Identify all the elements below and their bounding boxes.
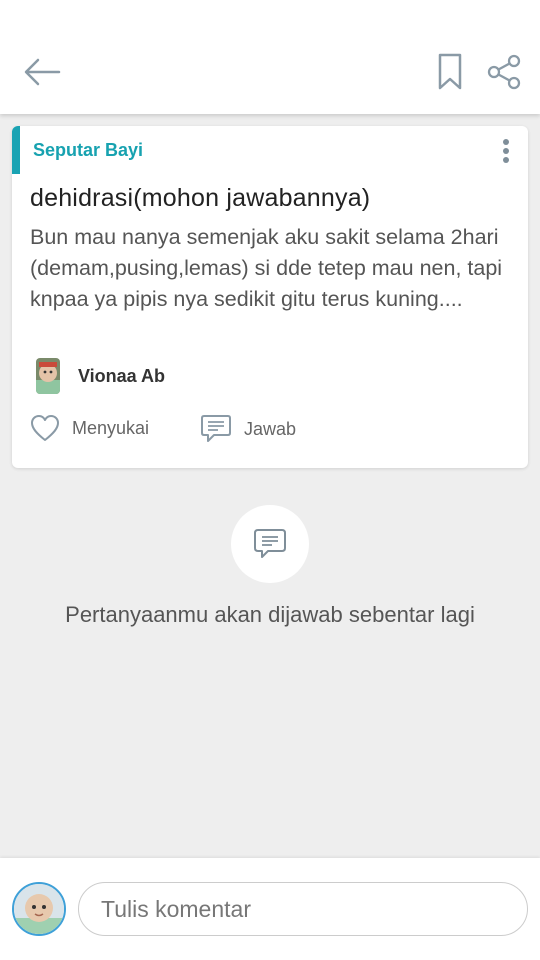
bookmark-button[interactable] (430, 50, 470, 94)
author-avatar[interactable] (36, 358, 60, 394)
top-bar (0, 0, 540, 114)
post-body: Bun mau nanya semenjak aku sakit selama … (30, 225, 503, 311)
comment-bar (0, 858, 540, 960)
like-label: Menyukai (72, 417, 150, 438)
share-icon (487, 54, 521, 90)
empty-state-icon-circle (231, 505, 309, 583)
baby-avatar-icon (36, 358, 60, 394)
empty-state-message: Pertanyaanmu akan dijawab sebentar lagi (65, 602, 475, 627)
comment-input[interactable] (78, 882, 528, 936)
heart-icon (31, 415, 59, 441)
like-button[interactable]: Menyukai (30, 414, 149, 442)
comment-icon (201, 415, 231, 442)
category-accent-bar (12, 126, 20, 174)
current-user-avatar[interactable] (12, 882, 66, 936)
share-button[interactable] (482, 50, 526, 94)
more-vertical-icon (503, 139, 509, 163)
reply-label: Jawab (244, 418, 297, 439)
chat-bubble-icon (254, 529, 286, 558)
author-name[interactable]: Vionaa Ab (78, 366, 165, 387)
post-title: dehidrasi(mohon jawabannya) (30, 184, 371, 212)
post-category[interactable]: Seputar Bayi (33, 140, 143, 161)
baby-avatar-icon (14, 884, 64, 934)
reply-button[interactable]: Jawab (200, 414, 296, 444)
post-card: Seputar Bayi dehidrasi(mohon jawabannya)… (12, 126, 528, 468)
bookmark-icon (438, 53, 462, 90)
back-button[interactable] (18, 50, 66, 94)
more-options-button[interactable] (496, 138, 516, 166)
arrow-left-icon (24, 58, 61, 86)
